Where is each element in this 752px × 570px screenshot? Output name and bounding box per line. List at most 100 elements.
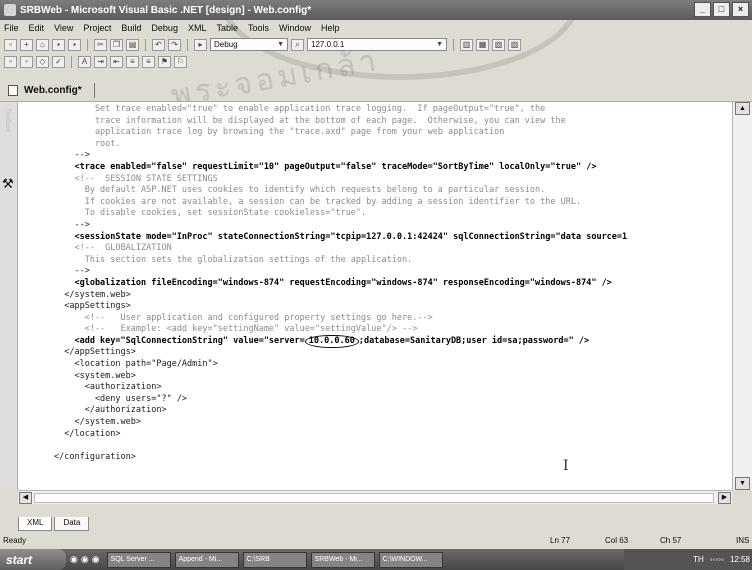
scroll-right-icon[interactable]: ▶ bbox=[718, 492, 731, 504]
code-text[interactable]: Set trace enabled="true" to enable appli… bbox=[54, 104, 730, 463]
taskbar-item-windows[interactable]: C:\WINDOW... bbox=[378, 551, 443, 568]
properties-icon[interactable]: ▦ bbox=[476, 38, 489, 51]
outdent-icon[interactable]: ⇤ bbox=[110, 55, 123, 68]
word-wrap-icon[interactable]: A bbox=[78, 55, 91, 68]
code-line[interactable]: <trace enabled="false" requestLimit="10"… bbox=[54, 162, 730, 174]
code-line[interactable]: Set trace enabled="true" to enable appli… bbox=[54, 104, 730, 116]
code-line[interactable]: <appSettings> bbox=[54, 301, 730, 313]
xml-view-icon[interactable]: ◇ bbox=[36, 55, 49, 68]
start-debug-icon[interactable]: ▸ bbox=[194, 38, 207, 51]
menu-debug[interactable]: Debug bbox=[151, 23, 178, 33]
code-line[interactable]: If cookies are not available, a session … bbox=[54, 197, 730, 209]
taskbar-item-srbweb[interactable]: SRBWeb - Mi... bbox=[310, 551, 375, 568]
comment-icon[interactable]: ≡ bbox=[126, 55, 139, 68]
taskbar-item-folder[interactable]: C:\SRB bbox=[242, 551, 307, 568]
tab-xml[interactable]: XML bbox=[18, 517, 53, 531]
menu-edit[interactable]: Edit bbox=[29, 23, 45, 33]
code-line[interactable]: </authorization> bbox=[54, 405, 730, 417]
tab-web-config[interactable]: Web.config* bbox=[4, 83, 95, 98]
code-editor[interactable]: Set trace enabled="true" to enable appli… bbox=[18, 102, 732, 490]
code-line[interactable]: To disable cookies, set sessionState coo… bbox=[54, 208, 730, 220]
open-icon[interactable]: ⌂ bbox=[36, 38, 49, 51]
horizontal-scrollbar[interactable]: ◀ ▶ bbox=[18, 490, 732, 504]
code-line[interactable]: By default ASP.NET uses cookies to ident… bbox=[54, 185, 730, 197]
class-view-icon[interactable]: ▨ bbox=[508, 38, 521, 51]
indent-icon[interactable]: ⇥ bbox=[94, 55, 107, 68]
next-bookmark-icon[interactable]: ⚐ bbox=[174, 55, 187, 68]
code-line[interactable]: </configuration> bbox=[54, 452, 730, 464]
language-indicator[interactable]: TH bbox=[693, 555, 704, 564]
toolbox-tab[interactable]: Toolbox bbox=[4, 108, 11, 132]
menu-window[interactable]: Window bbox=[279, 23, 311, 33]
code-line[interactable]: </system.web> bbox=[54, 290, 730, 302]
code-line[interactable]: <!-- Example: <add key="settingName" val… bbox=[54, 324, 730, 336]
code-line[interactable]: --> bbox=[54, 266, 730, 278]
menu-table[interactable]: Table bbox=[216, 23, 238, 33]
start-button[interactable]: start bbox=[0, 549, 66, 570]
toolbox-icon[interactable]: ▧ bbox=[492, 38, 505, 51]
data-view-icon[interactable]: ▫ bbox=[20, 55, 33, 68]
code-line[interactable]: <deny users="?" /> bbox=[54, 394, 730, 406]
add-item-icon[interactable]: + bbox=[20, 38, 33, 51]
tray-icons[interactable]: ◦◦◦◦◦ bbox=[710, 555, 724, 564]
bookmark-icon[interactable]: ⚑ bbox=[158, 55, 171, 68]
close-button[interactable]: × bbox=[732, 2, 749, 17]
scroll-down-icon[interactable]: ▼ bbox=[735, 477, 750, 490]
menu-file[interactable]: File bbox=[4, 23, 19, 33]
menu-tools[interactable]: Tools bbox=[248, 23, 269, 33]
code-line[interactable]: </appSettings> bbox=[54, 347, 730, 359]
scroll-up-icon[interactable]: ▲ bbox=[735, 102, 750, 115]
new-project-icon[interactable]: ▫ bbox=[4, 38, 17, 51]
menu-project[interactable]: Project bbox=[83, 23, 111, 33]
code-line[interactable]: <sessionState mode="InProc" stateConnect… bbox=[54, 232, 730, 244]
copy-icon[interactable]: ❐ bbox=[110, 38, 123, 51]
code-line[interactable]: <!-- User application and configured pro… bbox=[54, 313, 730, 325]
taskbar-item-sql-server[interactable]: SQL Server ... bbox=[106, 551, 171, 568]
scroll-left-icon[interactable]: ◀ bbox=[19, 492, 32, 504]
minimize-button[interactable]: _ bbox=[694, 2, 711, 17]
code-line[interactable]: --> bbox=[54, 220, 730, 232]
schema-icon[interactable]: ▫ bbox=[4, 55, 17, 68]
code-line[interactable]: </location> bbox=[54, 429, 730, 441]
code-line[interactable]: application trace log by browsing the "t… bbox=[54, 127, 730, 139]
code-line[interactable]: <!-- SESSION STATE SETTINGS bbox=[54, 174, 730, 186]
code-line[interactable]: --> bbox=[54, 150, 730, 162]
quick-launch-icons[interactable]: ◉◉◉ bbox=[70, 554, 103, 565]
code-line[interactable] bbox=[54, 440, 730, 452]
taskbar-item-append[interactable]: Append - Mi... bbox=[174, 551, 239, 568]
code-line[interactable]: <system.web> bbox=[54, 371, 730, 383]
menu-build[interactable]: Build bbox=[121, 23, 141, 33]
code-line[interactable]: <add key="SqlConnectionString" value="se… bbox=[54, 334, 730, 349]
status-text: Ready bbox=[3, 536, 27, 545]
server-explorer-icon[interactable]: ⚒ bbox=[2, 176, 14, 192]
find-icon[interactable]: ⌕ bbox=[291, 38, 304, 51]
code-line-text: <add key="SqlConnectionString" value="se… bbox=[54, 335, 305, 346]
code-line[interactable]: This section sets the globalization sett… bbox=[54, 255, 730, 267]
validate-icon[interactable]: ✓ bbox=[52, 55, 65, 68]
undo-icon[interactable]: ↶ bbox=[152, 38, 165, 51]
paste-icon[interactable]: ▤ bbox=[126, 38, 139, 51]
code-line[interactable]: </system.web> bbox=[54, 417, 730, 429]
menu-view[interactable]: View bbox=[54, 23, 73, 33]
uncomment-icon[interactable]: ≡ bbox=[142, 55, 155, 68]
solution-config-combo[interactable]: Debug ▼ bbox=[210, 38, 288, 51]
maximize-button[interactable]: □ bbox=[713, 2, 730, 17]
solution-explorer-icon[interactable]: ▥ bbox=[460, 38, 473, 51]
code-line[interactable]: trace information will be displayed at t… bbox=[54, 116, 730, 128]
menu-xml[interactable]: XML bbox=[188, 23, 207, 33]
vertical-scrollbar[interactable]: ▲ ▼ bbox=[732, 102, 752, 490]
code-line[interactable]: root. bbox=[54, 139, 730, 151]
code-line[interactable]: <globalization fileEncoding="windows-874… bbox=[54, 278, 730, 290]
server-combo[interactable]: 127.0.0.1 ▼ bbox=[307, 38, 447, 51]
scroll-thumb[interactable] bbox=[34, 493, 714, 503]
cut-icon[interactable]: ✂ bbox=[94, 38, 107, 51]
code-line-text: trace information will be displayed at t… bbox=[54, 115, 566, 126]
menu-help[interactable]: Help bbox=[321, 23, 340, 33]
code-line[interactable]: <location path="Page/Admin"> bbox=[54, 359, 730, 371]
code-line[interactable]: <!-- GLOBALIZATION bbox=[54, 243, 730, 255]
redo-icon[interactable]: ↷ bbox=[168, 38, 181, 51]
save-all-icon[interactable]: ▪ bbox=[68, 38, 81, 51]
tab-data[interactable]: Data bbox=[54, 517, 90, 531]
code-line[interactable]: <authorization> bbox=[54, 382, 730, 394]
save-icon[interactable]: ▪ bbox=[52, 38, 65, 51]
